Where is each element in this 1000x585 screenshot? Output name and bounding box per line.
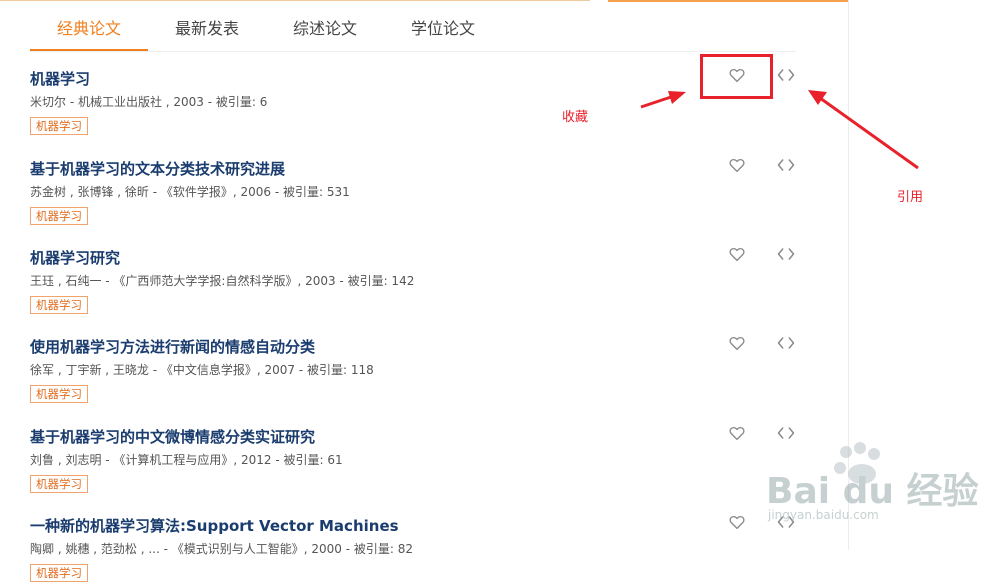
paper-tag[interactable]: 机器学习 bbox=[30, 564, 88, 582]
watermark-url: jingyan.baidu.com bbox=[768, 508, 879, 522]
favorite-arrow-line bbox=[640, 94, 675, 109]
cite-arrow-line bbox=[819, 96, 919, 170]
favorite-arrowhead bbox=[668, 91, 686, 104]
cite-annotation: 引用 bbox=[897, 190, 924, 205]
watermark-brand: Bai du 经验 bbox=[766, 471, 979, 512]
favorite-annotation: 收藏 bbox=[562, 110, 589, 125]
baidu-jingyan-watermark: Bai du 经验 jingyan.baidu.com bbox=[760, 440, 1000, 550]
